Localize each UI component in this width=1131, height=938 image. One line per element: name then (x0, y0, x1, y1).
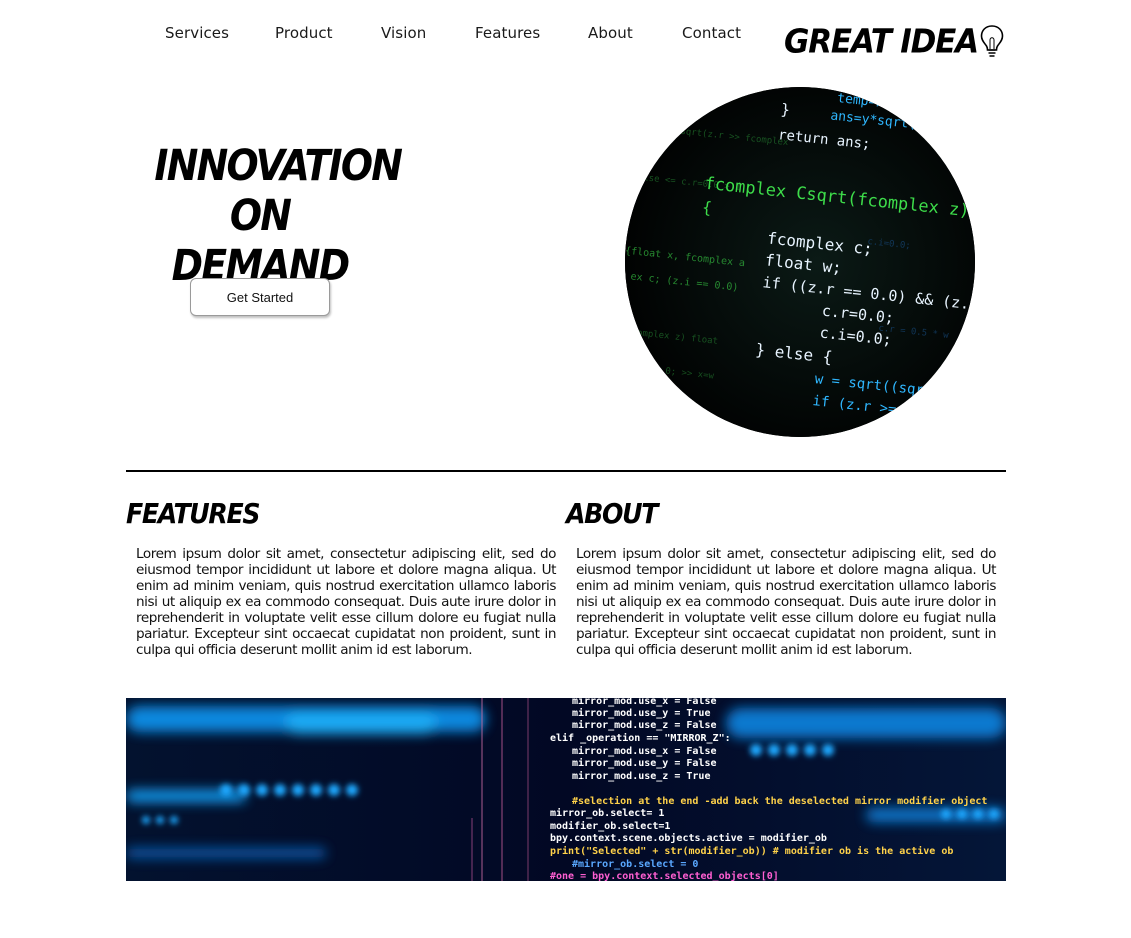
brand-name: GREAT IDEA (784, 23, 979, 61)
banner-code-line: mirror_mod.use_x = False (572, 698, 717, 707)
banner-code-line: #selection at the end -add back the dese… (572, 795, 987, 807)
hero-code-image: sqrt((sqrt(z.r >> fcomplex else <= c.r=0… (625, 87, 975, 437)
banner-code-line: modifier_ob.select=1 (550, 820, 670, 832)
hero-code-line: } (780, 100, 791, 119)
section-divider (126, 470, 1006, 472)
get-started-button[interactable]: Get Started (190, 278, 330, 316)
banner-code-line: mirror_mod.use_x = False (572, 745, 717, 757)
features-text: Lorem ipsum dolor sit amet, consectetur … (136, 546, 556, 658)
about-text: Lorem ipsum dolor sit amet, consectetur … (576, 546, 996, 658)
banner-code-line: #one = bpy.context.selected_objects[0] (550, 870, 779, 881)
nav-link-contact[interactable]: Contact (682, 24, 741, 42)
nav-link-product[interactable]: Product (275, 24, 333, 42)
lightbulb-icon (980, 25, 1004, 57)
banner-code-line: elif _operation == "MIRROR_Z": (550, 732, 731, 744)
banner-code-line: print("Selected" + str(modifier_ob)) # m… (550, 845, 953, 857)
hero-title-line: INNOVATION (154, 140, 403, 191)
hero-code-illustration: sqrt((sqrt(z.r >> fcomplex else <= c.r=0… (625, 87, 975, 437)
features-heading: FEATURES (126, 497, 260, 530)
code-banner-image: mirror_mod.use_x = False mirror_mod.use_… (126, 698, 1006, 881)
banner-code-illustration: mirror_mod.use_x = False mirror_mod.use_… (126, 698, 1006, 881)
about-heading: ABOUT (566, 497, 658, 530)
hero-title-line: ON (229, 190, 292, 241)
banner-code-line: mirror_mod.use_z = True (572, 770, 710, 782)
banner-code-line: mirror_mod.use_y = True (572, 707, 710, 719)
main-nav: Services Product Vision Features About C… (0, 24, 760, 46)
banner-code-line: bpy.context.scene.objects.active = modif… (550, 832, 827, 844)
banner-code-line: mirror_mod.use_z = False (572, 719, 717, 731)
nav-link-services[interactable]: Services (165, 24, 229, 42)
nav-link-vision[interactable]: Vision (381, 24, 426, 42)
brand-logo[interactable]: GREAT IDEA (784, 22, 1005, 62)
banner-code-line: mirror_mod.use_y = False (572, 757, 717, 769)
nav-link-about[interactable]: About (588, 24, 633, 42)
banner-code-line: #mirror_ob.select = 0 (572, 858, 698, 870)
banner-code-line: mirror_ob.select= 1 (550, 807, 664, 819)
hero-title: INNOVATION ON DEMAND (154, 140, 403, 291)
hero-code-line: { (701, 198, 713, 218)
nav-link-features[interactable]: Features (475, 24, 540, 42)
